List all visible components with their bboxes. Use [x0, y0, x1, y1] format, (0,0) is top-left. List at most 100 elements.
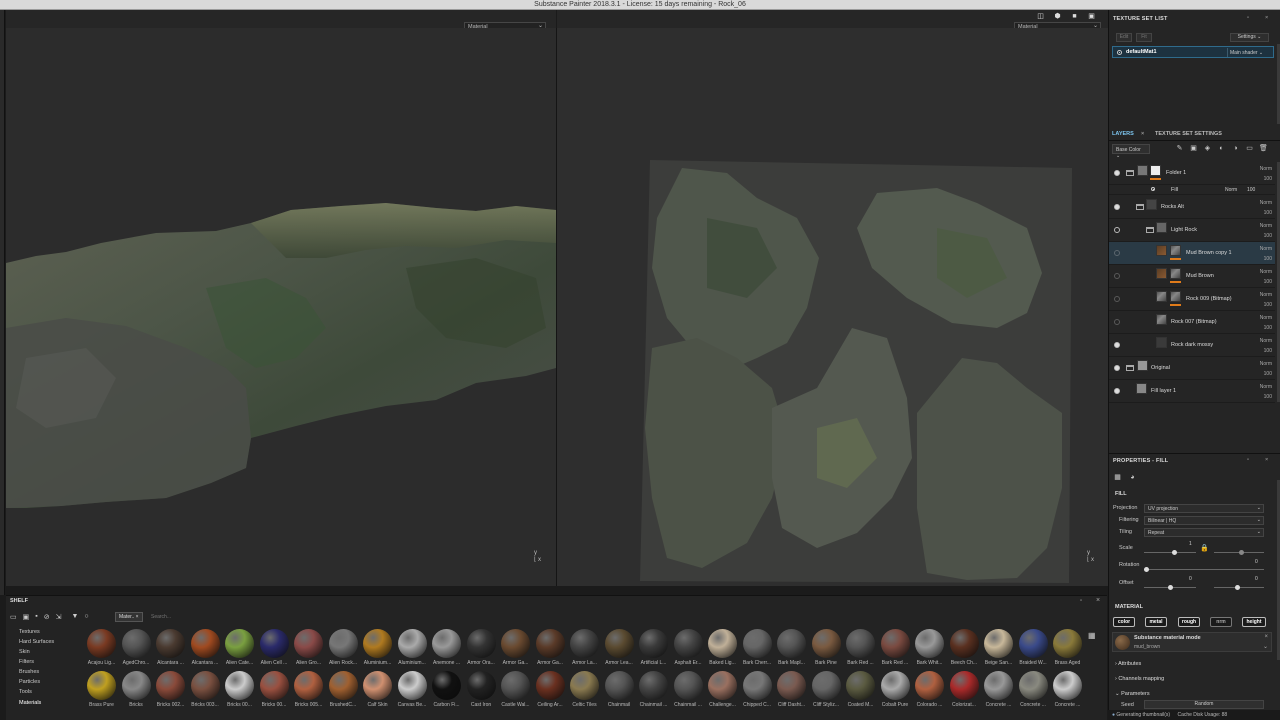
layer-row-selected[interactable]: Mud Brown copy 1 Norm 100	[1109, 242, 1275, 265]
visibility-toggle[interactable]	[1114, 319, 1120, 325]
material-thumbnail-item[interactable]: Bark Mapl...	[774, 629, 809, 673]
scale-slider-y-knob[interactable]	[1239, 550, 1244, 555]
layer-row[interactable]: Rocks Alt Norm 100	[1109, 196, 1275, 219]
material-thumbnail-item[interactable]: Cliff Dasht...	[774, 671, 809, 715]
effect-visibility-toggle[interactable]	[1151, 187, 1155, 191]
camera-icon[interactable]: ■	[1070, 13, 1079, 21]
material-thumbnail-item[interactable]: Bark Red ...	[843, 629, 878, 673]
filter-tag[interactable]: Mater.. ×	[115, 612, 143, 622]
visibility-toggle[interactable]	[1114, 273, 1120, 279]
maximize-icon[interactable]: ▫	[1080, 598, 1082, 604]
maximize-icon[interactable]: ▫	[1247, 15, 1249, 21]
close-icon[interactable]: ×	[1264, 634, 1268, 640]
texture-set-settings-button[interactable]: Settings ⌄	[1230, 33, 1269, 42]
delete-layer-icon[interactable]: 🗑	[1259, 144, 1268, 153]
material-thumbnail-item[interactable]: Bricks 00...	[222, 671, 257, 715]
material-thumbnail-item[interactable]: Chainmail ...	[671, 671, 706, 715]
visibility-toggle[interactable]	[1114, 250, 1120, 256]
visibility-toggle[interactable]	[1114, 296, 1120, 302]
visibility-toggle[interactable]	[1114, 204, 1120, 210]
visibility-toggle[interactable]	[1114, 170, 1120, 176]
layer-row[interactable]: Light Rock Norm 100	[1109, 219, 1275, 242]
material-thumbnail-item[interactable]: Chipped C...	[740, 671, 775, 715]
material-thumbnail-item[interactable]: Cobalt Pure	[878, 671, 913, 715]
channel-select[interactable]: Base Color ⌄	[1112, 144, 1150, 159]
material-thumbnail-item[interactable]: Aluminium...	[395, 629, 430, 673]
fit-button[interactable]: Fit	[1136, 33, 1152, 42]
material-thumbnail-item[interactable]: Colorado ...	[912, 671, 947, 715]
material-thumbnail-item[interactable]: Cliff Styliz...	[809, 671, 844, 715]
grid-view-icon[interactable]: ▦	[1088, 631, 1096, 640]
texture-set-radio[interactable]	[1117, 50, 1122, 55]
material-thumbnail-item[interactable]: Armor Lea...	[602, 629, 637, 673]
cube-icon[interactable]: ⬢	[1053, 13, 1062, 21]
material-thumbnail-item[interactable]: Ceiling Ar...	[533, 671, 568, 715]
offset-y-value[interactable]: 0	[1255, 576, 1258, 582]
add-effect-icon[interactable]: ◑	[1231, 144, 1240, 153]
effect-blend[interactable]: Norm	[1225, 187, 1237, 193]
layer-row[interactable]: Fill layer 1 Norm 100	[1109, 380, 1275, 403]
material-thumbnail-item[interactable]: Concrete ...	[1050, 671, 1085, 715]
material-thumbnail-item[interactable]: Alcantara ...	[153, 629, 188, 673]
material-thumbnail-item[interactable]: Bricks 003...	[188, 671, 223, 715]
scale-slider-x[interactable]	[1144, 552, 1196, 553]
material-thumbnail-item[interactable]: Bark Pine	[809, 629, 844, 673]
material-thumbnail-item[interactable]: Colorizat...	[947, 671, 982, 715]
layer-row[interactable]: Rock dark mossy Norm 100	[1109, 334, 1275, 357]
import-icon[interactable]: ▣	[23, 613, 30, 623]
offset-slider-x-knob[interactable]	[1168, 585, 1173, 590]
fill-effect-row[interactable]: Fill Norm 100	[1109, 185, 1275, 195]
material-thumbnail-item[interactable]: Concrete ...	[981, 671, 1016, 715]
material-thumbnail-item[interactable]: Asphalt Er...	[671, 629, 706, 673]
layer-blend[interactable]: Norm 100	[1260, 267, 1272, 287]
material-thumbnail-item[interactable]: Baked Lig...	[705, 629, 740, 673]
grid-icon[interactable]: ▪	[35, 613, 37, 623]
material-thumbnail-item[interactable]: AgedChro...	[119, 629, 154, 673]
material-thumbnail-item[interactable]: Alien Cell ...	[257, 629, 292, 673]
layer-row[interactable]: Mud Brown Norm 100	[1109, 265, 1275, 288]
layer-blend[interactable]: Norm 100	[1260, 290, 1272, 310]
layer-blend[interactable]: Norm 100	[1260, 198, 1272, 218]
material-thumbnail-item[interactable]: Coated M...	[843, 671, 878, 715]
material-thumbnail-item[interactable]: Beige San...	[981, 629, 1016, 673]
channel-chip-height[interactable]: height	[1242, 617, 1266, 627]
material-thumbnail-item[interactable]: Aluminium...	[360, 629, 395, 673]
shelf-search-input[interactable]	[151, 612, 1071, 622]
brush-icon[interactable]: ✎	[1175, 144, 1184, 153]
material-thumbnail-item[interactable]: Challenge...	[705, 671, 740, 715]
channel-chip-rough[interactable]: rough	[1178, 617, 1200, 627]
visibility-toggle[interactable]	[1114, 365, 1120, 371]
material-thumbnail-item[interactable]: Carbon Fi...	[429, 671, 464, 715]
material-thumbnail-item[interactable]: Anemone ...	[429, 629, 464, 673]
channel-chip-metal[interactable]: metal	[1145, 617, 1167, 627]
layer-blend[interactable]: Norm 100	[1260, 359, 1272, 379]
layer-blend[interactable]: Norm 100	[1260, 313, 1272, 333]
layer-blend[interactable]: Norm 100	[1260, 164, 1272, 184]
rotation-slider[interactable]	[1144, 569, 1264, 570]
lock-icon[interactable]: 🔒	[1200, 544, 1209, 552]
material-thumbnail-item[interactable]: Cast Iron	[464, 671, 499, 715]
visibility-toggle[interactable]	[1114, 227, 1120, 233]
material-thumbnail-item[interactable]: Bark Red ...	[878, 629, 913, 673]
category-tools[interactable]: Tools	[19, 689, 32, 695]
category-hard-surfaces[interactable]: Hard Surfaces	[19, 639, 54, 645]
tab-layers[interactable]: LAYERS	[1112, 131, 1134, 137]
display-mode-icon[interactable]: ◫	[1036, 13, 1045, 21]
material-thumbnail-item[interactable]: Bark Whit...	[912, 629, 947, 673]
texture-set-item[interactable]: defaultMat1 Main shader ⌄	[1112, 46, 1274, 58]
visibility-toggle[interactable]	[1114, 342, 1120, 348]
layer-row[interactable]: Rock 009 (Bitmap) Norm 100	[1109, 288, 1275, 311]
new-folder-icon[interactable]: ▭	[10, 613, 17, 623]
filtering-select[interactable]: Bilinear | HQ ⌄	[1144, 516, 1264, 525]
material-thumbnail-item[interactable]: Chainmail ...	[636, 671, 671, 715]
material-thumbnail-item[interactable]: Alien Cate...	[222, 629, 257, 673]
effect-opacity[interactable]: 100	[1247, 187, 1255, 193]
material-thumbnail-item[interactable]: Armor La...	[567, 629, 602, 673]
viewport-3d[interactable]: y ⌊ x	[6, 28, 556, 586]
substance-material-slot[interactable]: Substance material mode mud_brown × ⌄	[1112, 632, 1272, 652]
tag-icon[interactable]: ○	[84, 613, 88, 623]
export-icon[interactable]: ⇲	[56, 613, 62, 623]
category-skin[interactable]: Skin	[19, 649, 30, 655]
material-thumbnail-item[interactable]: Armor Ga...	[498, 629, 533, 673]
material-thumbnail-item[interactable]: Acajou Lig...	[84, 629, 119, 673]
